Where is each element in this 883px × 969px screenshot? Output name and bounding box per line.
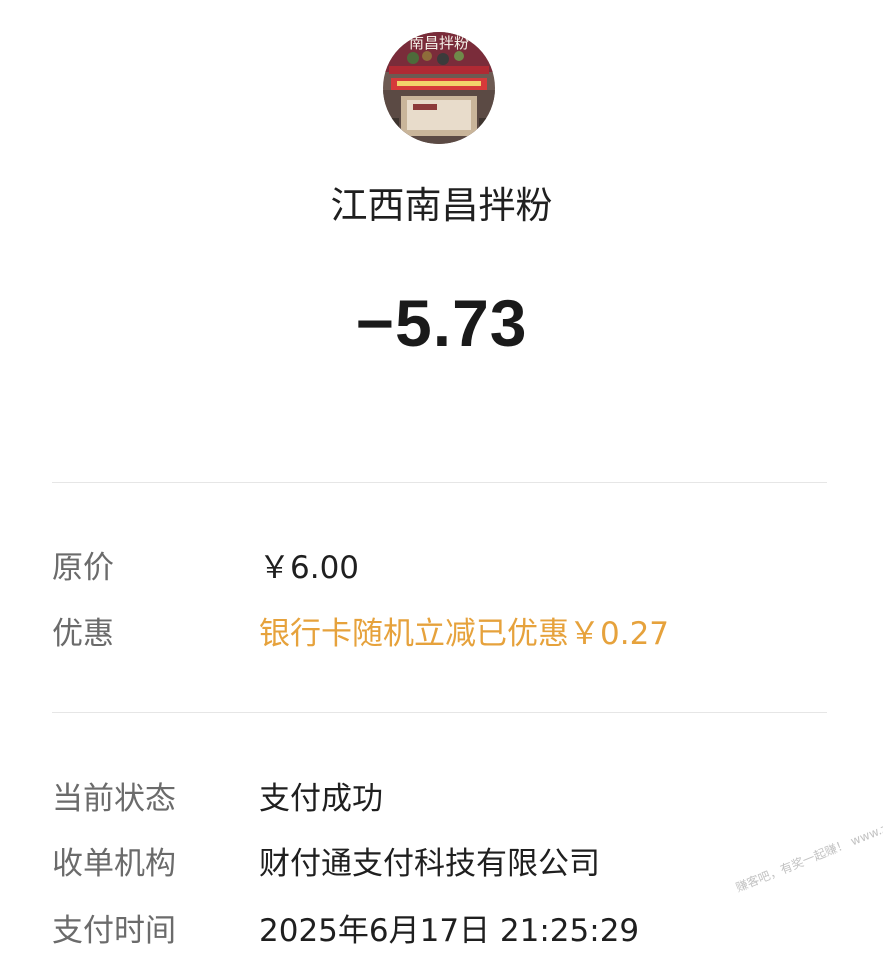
detail-row-discount: 优惠 银行卡随机立减已优惠￥0.27 bbox=[52, 610, 852, 658]
detail-row-original-price: 原价 ￥6.00 bbox=[52, 544, 852, 592]
shop-storefront-icon: 南昌拌粉 bbox=[383, 32, 495, 144]
divider bbox=[52, 712, 827, 713]
discount-value: 银行卡随机立减已优惠￥0.27 bbox=[259, 616, 670, 652]
pay-time-value: 2025年6月17日 21:25:29 bbox=[259, 913, 640, 949]
pay-time-label: 支付时间 bbox=[52, 913, 176, 949]
detail-row-acquirer: 收单机构 财付通支付科技有限公司 bbox=[52, 840, 852, 888]
divider bbox=[52, 482, 827, 483]
detail-row-pay-time: 支付时间 2025年6月17日 21:25:29 bbox=[52, 907, 852, 955]
detail-row-status: 当前状态 支付成功 bbox=[52, 775, 852, 823]
original-price-value: ￥6.00 bbox=[259, 550, 360, 586]
transaction-amount: −5.73 bbox=[355, 286, 528, 360]
sign-text: 南昌拌粉 bbox=[409, 34, 469, 52]
status-label: 当前状态 bbox=[52, 781, 176, 817]
original-price-label: 原价 bbox=[52, 550, 114, 586]
discount-label: 优惠 bbox=[52, 616, 114, 652]
acquirer-value: 财付通支付科技有限公司 bbox=[259, 846, 600, 882]
status-value: 支付成功 bbox=[259, 781, 383, 817]
merchant-avatar: 南昌拌粉 bbox=[383, 32, 495, 144]
merchant-name: 江西南昌拌粉 bbox=[330, 184, 553, 227]
acquirer-label: 收单机构 bbox=[52, 846, 176, 882]
